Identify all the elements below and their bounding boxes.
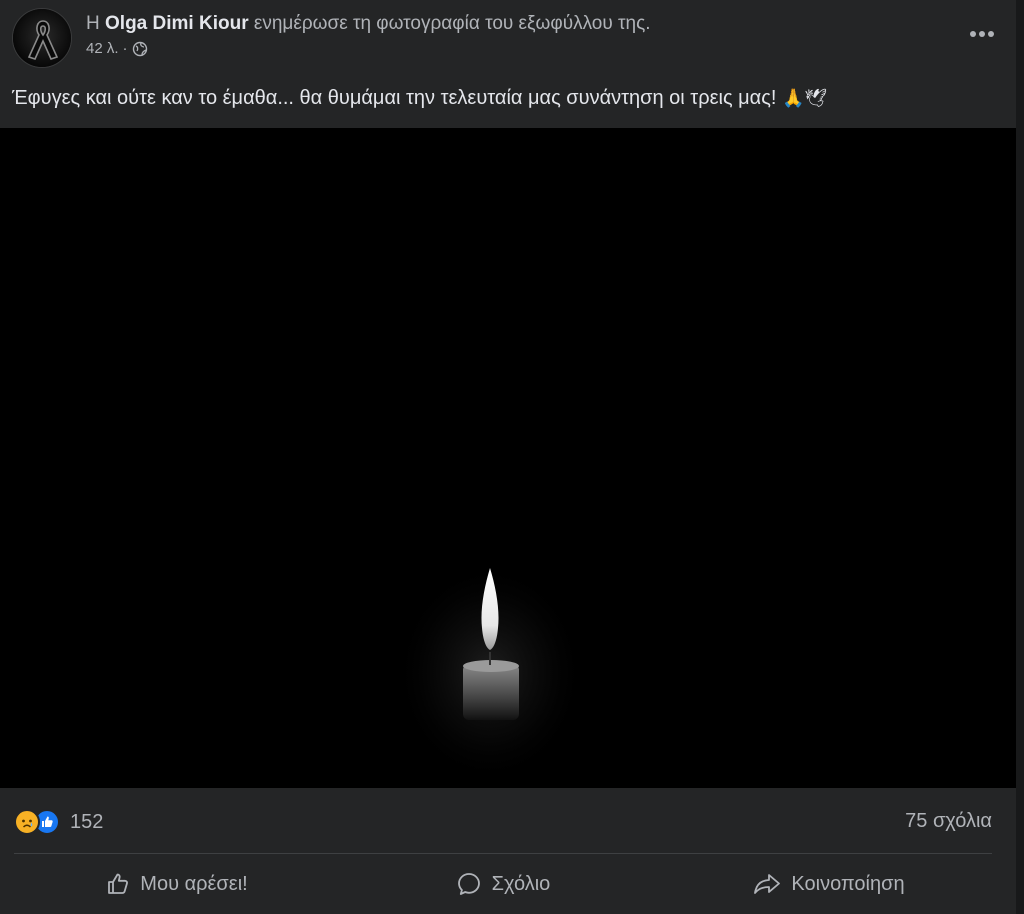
post-actions: Μου αρέσει! Σχόλιο Κοινοποίηση [14,858,992,910]
page-edge [1016,0,1024,914]
post-meta: 42 λ. · [86,40,148,57]
candle-body [463,664,519,720]
caption-emojis: 🙏🕊 [781,88,828,109]
like-button[interactable]: Μου αρέσει! [14,858,340,910]
post-headline: Η Olga Dimi Kiour ενημέρωσε τη φωτογραφί… [86,12,651,36]
reactions-count: 152 [70,810,104,833]
post-caption: Έφυγες και ούτε καν το έμαθα... θα θυμάμ… [12,84,827,113]
share-button[interactable]: Κοινοποίηση [666,858,992,910]
author-prefix: Η [86,13,100,34]
more-dots-icon [970,31,994,37]
post-timestamp[interactable]: 42 λ. [86,40,119,57]
comment-button[interactable]: Σχόλιο [340,858,666,910]
post-card: Η Olga Dimi Kiour ενημέρωσε τη φωτογραφί… [0,0,1016,914]
like-label: Μου αρέσει! [140,872,248,895]
post-header: Η Olga Dimi Kiour ενημέρωσε τη φωτογραφί… [12,8,1004,68]
comment-label: Σχόλιο [491,872,551,895]
avatar[interactable] [12,8,72,68]
post-action-text: ενημέρωσε τη φωτογραφία του εξωφύλλου τη… [253,13,651,34]
sad-reaction-icon [14,809,40,835]
black-ribbon-icon [13,9,71,67]
share-label: Κοινοποίηση [791,872,905,895]
candle-image [0,128,1016,788]
globe-icon[interactable] [132,41,148,57]
reactions-summary[interactable]: 152 [14,806,103,838]
actions-divider [14,853,992,854]
comment-bubble-icon [457,873,480,895]
cover-photo[interactable] [0,128,1016,788]
thumbs-up-icon [108,873,129,894]
comments-count-link[interactable]: 75 σχόλια [905,810,992,833]
caption-text: Έφυγες και ούτε καν το έμαθα... θα θυμάμ… [12,87,777,109]
meta-separator: · [122,40,128,57]
more-options-button[interactable] [962,16,1002,52]
share-arrow-icon [754,874,781,894]
author-name-link[interactable]: Olga Dimi Kiour [105,13,249,34]
